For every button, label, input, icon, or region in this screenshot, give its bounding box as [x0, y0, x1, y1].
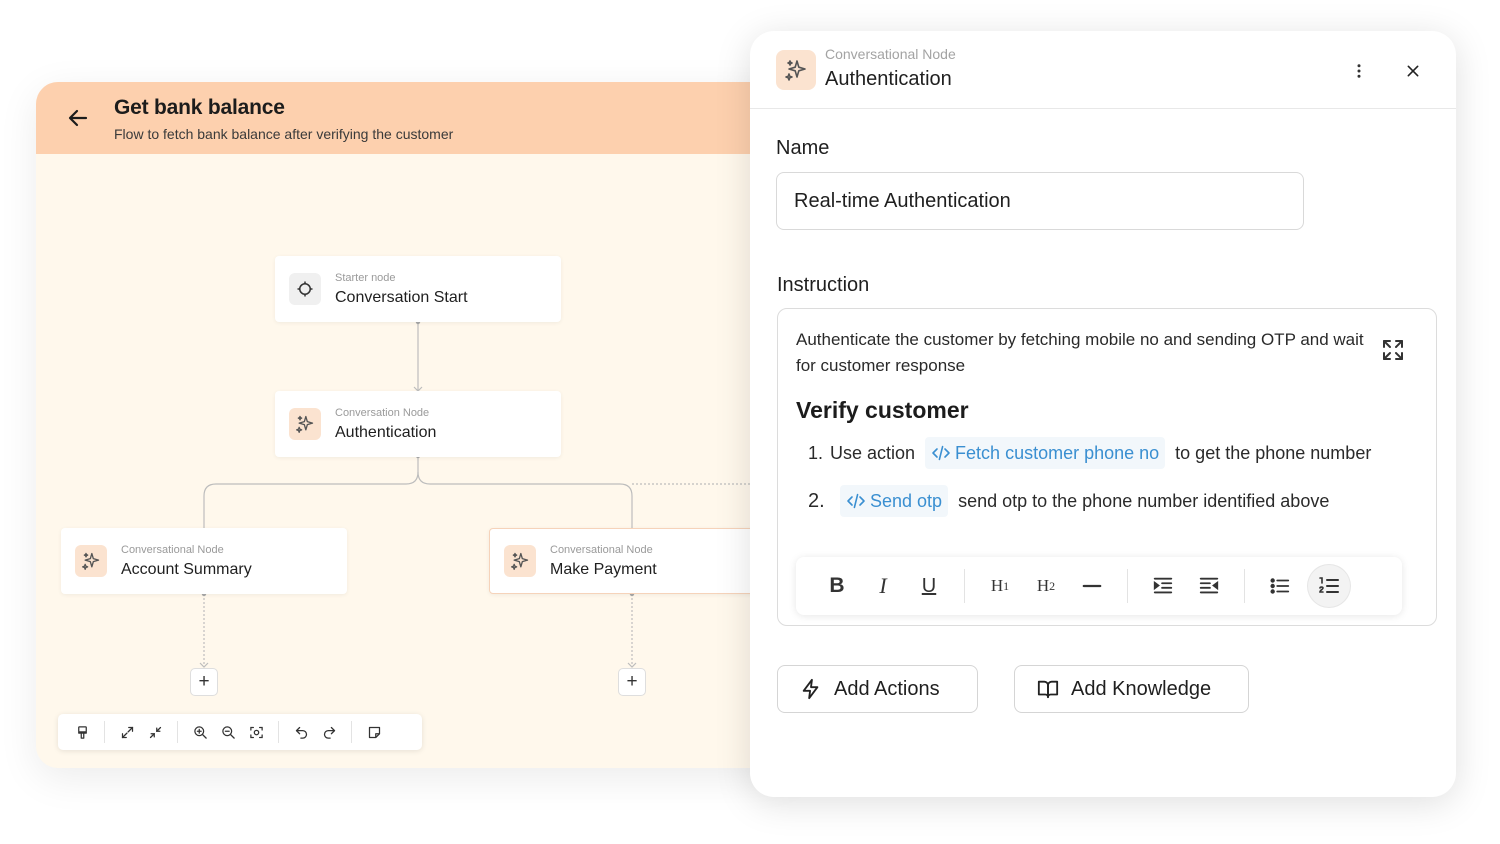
more-options-button[interactable] [1346, 58, 1372, 84]
expand-icon [1383, 340, 1403, 360]
flow-canvas-card: Get bank balance Flow to fetch bank bala… [36, 82, 796, 768]
numbered-list-button[interactable] [1308, 565, 1350, 607]
numbered-list-icon [1319, 577, 1339, 593]
close-icon [1407, 65, 1419, 77]
chip-label: Fetch customer phone no [955, 442, 1160, 463]
flow-title: Get bank balance [114, 96, 285, 119]
zoom-in-button[interactable] [186, 718, 214, 746]
step-suffix: to get the phone number [1175, 442, 1372, 463]
bold-button[interactable]: B [819, 568, 855, 604]
zoom-in-icon [193, 725, 207, 739]
instruction-label: Instruction [777, 274, 870, 296]
undo-button[interactable] [287, 718, 315, 746]
add-knowledge-button[interactable]: Add Knowledge [1014, 665, 1249, 713]
expand-icon [121, 726, 133, 738]
instruction-step: 2. Send otp send otp to the phone number… [808, 485, 1329, 517]
note-button[interactable] [360, 718, 388, 746]
node-label: Authentication [335, 423, 437, 441]
node-label: Conversation Start [335, 288, 468, 306]
close-button[interactable] [1400, 58, 1426, 84]
instruction-text: Authenticate the customer by fetching mo… [796, 330, 1364, 375]
outdent-button[interactable] [1191, 568, 1227, 604]
flow-subtitle: Flow to fetch bank balance after verifyi… [114, 126, 454, 142]
code-icon [932, 445, 950, 461]
sparkle-icon [82, 552, 100, 570]
sparkle-icon [296, 415, 314, 433]
redo-button[interactable] [315, 718, 343, 746]
sparkle-icon [785, 60, 806, 81]
sparkle-icon [511, 552, 529, 570]
node-kind: Starter node [335, 271, 396, 284]
flow-canvas[interactable]: Starter node Conversation Start Conversa… [36, 154, 796, 768]
brush-button[interactable] [68, 718, 96, 746]
arrow-left-icon [68, 109, 88, 127]
panel-header: Conversational Node Authentication [750, 31, 1456, 109]
action-chip-fetch-phone[interactable]: Fetch customer phone no [925, 437, 1166, 469]
zoom-out-button[interactable] [214, 718, 242, 746]
node-account-summary[interactable]: Conversational Node Account Summary [61, 528, 347, 594]
brush-icon [77, 725, 87, 739]
node-kind: Conversational Node [550, 543, 653, 556]
panel-node-kind: Conversational Node [825, 46, 956, 62]
more-vertical-icon [1357, 64, 1361, 78]
expand-editor-button[interactable] [1378, 335, 1408, 365]
node-conversation-start[interactable]: Starter node Conversation Start [275, 256, 561, 322]
node-kind: Conversation Node [335, 406, 430, 419]
step-number: 1. [808, 442, 824, 463]
code-icon [847, 493, 865, 509]
node-settings-panel: Conversational Node Authentication Name … [750, 31, 1456, 797]
indent-button[interactable] [1145, 568, 1181, 604]
lightning-icon [802, 678, 819, 700]
fit-collapse-button[interactable] [141, 718, 169, 746]
add-knowledge-label: Add Knowledge [1071, 677, 1212, 700]
horizontal-rule-icon [1082, 584, 1102, 588]
instruction-heading: Verify customer [796, 397, 969, 423]
underline-button[interactable]: U [911, 568, 947, 604]
bullet-list-icon [1270, 578, 1290, 594]
zoom-out-icon [221, 725, 235, 739]
crosshair-icon [297, 281, 313, 297]
fit-expand-button[interactable] [113, 718, 141, 746]
action-chip-send-otp[interactable]: Send otp [840, 485, 949, 517]
flow-connectors [199, 319, 796, 668]
chip-label: Send otp [870, 490, 943, 511]
horizontal-rule-button[interactable] [1074, 568, 1110, 604]
note-icon [368, 726, 380, 738]
step-suffix: send otp to the phone number identified … [958, 490, 1330, 511]
focus-icon [249, 726, 263, 738]
node-label: Account Summary [121, 560, 252, 578]
panel-title: Authentication [825, 68, 952, 90]
canvas-toolbar [58, 714, 422, 750]
redo-icon [323, 726, 335, 739]
heading1-button[interactable]: H1 [982, 568, 1018, 604]
indent-icon [1153, 577, 1173, 594]
flow-header: Get bank balance Flow to fetch bank bala… [36, 82, 796, 154]
bullet-list-button[interactable] [1262, 568, 1298, 604]
collapse-icon [149, 726, 161, 738]
node-label: Make Payment [550, 560, 657, 578]
add-node-button-summary[interactable]: + [190, 668, 218, 696]
instruction-step: 1. Use action Fetch customer phone no to… [808, 437, 1371, 469]
undo-icon [295, 726, 307, 739]
editor-toolbar: B I U H1 H2 [796, 557, 1402, 615]
italic-button[interactable]: I [865, 568, 901, 604]
step-prefix: Use action [830, 442, 916, 463]
book-open-icon [1037, 680, 1059, 699]
back-button[interactable] [64, 104, 92, 132]
node-make-payment[interactable]: Conversational Node Make Payment [489, 528, 775, 594]
node-authentication[interactable]: Conversation Node Authentication [275, 391, 561, 457]
heading2-button[interactable]: H2 [1028, 568, 1064, 604]
add-actions-label: Add Actions [834, 677, 940, 700]
name-input[interactable] [776, 172, 1304, 230]
focus-button[interactable] [242, 718, 270, 746]
node-kind: Conversational Node [121, 543, 224, 556]
step-number: 2. [808, 489, 825, 512]
outdent-icon [1199, 577, 1219, 594]
instruction-editor[interactable]: Authenticate the customer by fetching mo… [777, 308, 1437, 626]
add-actions-button[interactable]: Add Actions [777, 665, 978, 713]
name-label: Name [776, 137, 830, 159]
add-node-button-payment[interactable]: + [618, 668, 646, 696]
